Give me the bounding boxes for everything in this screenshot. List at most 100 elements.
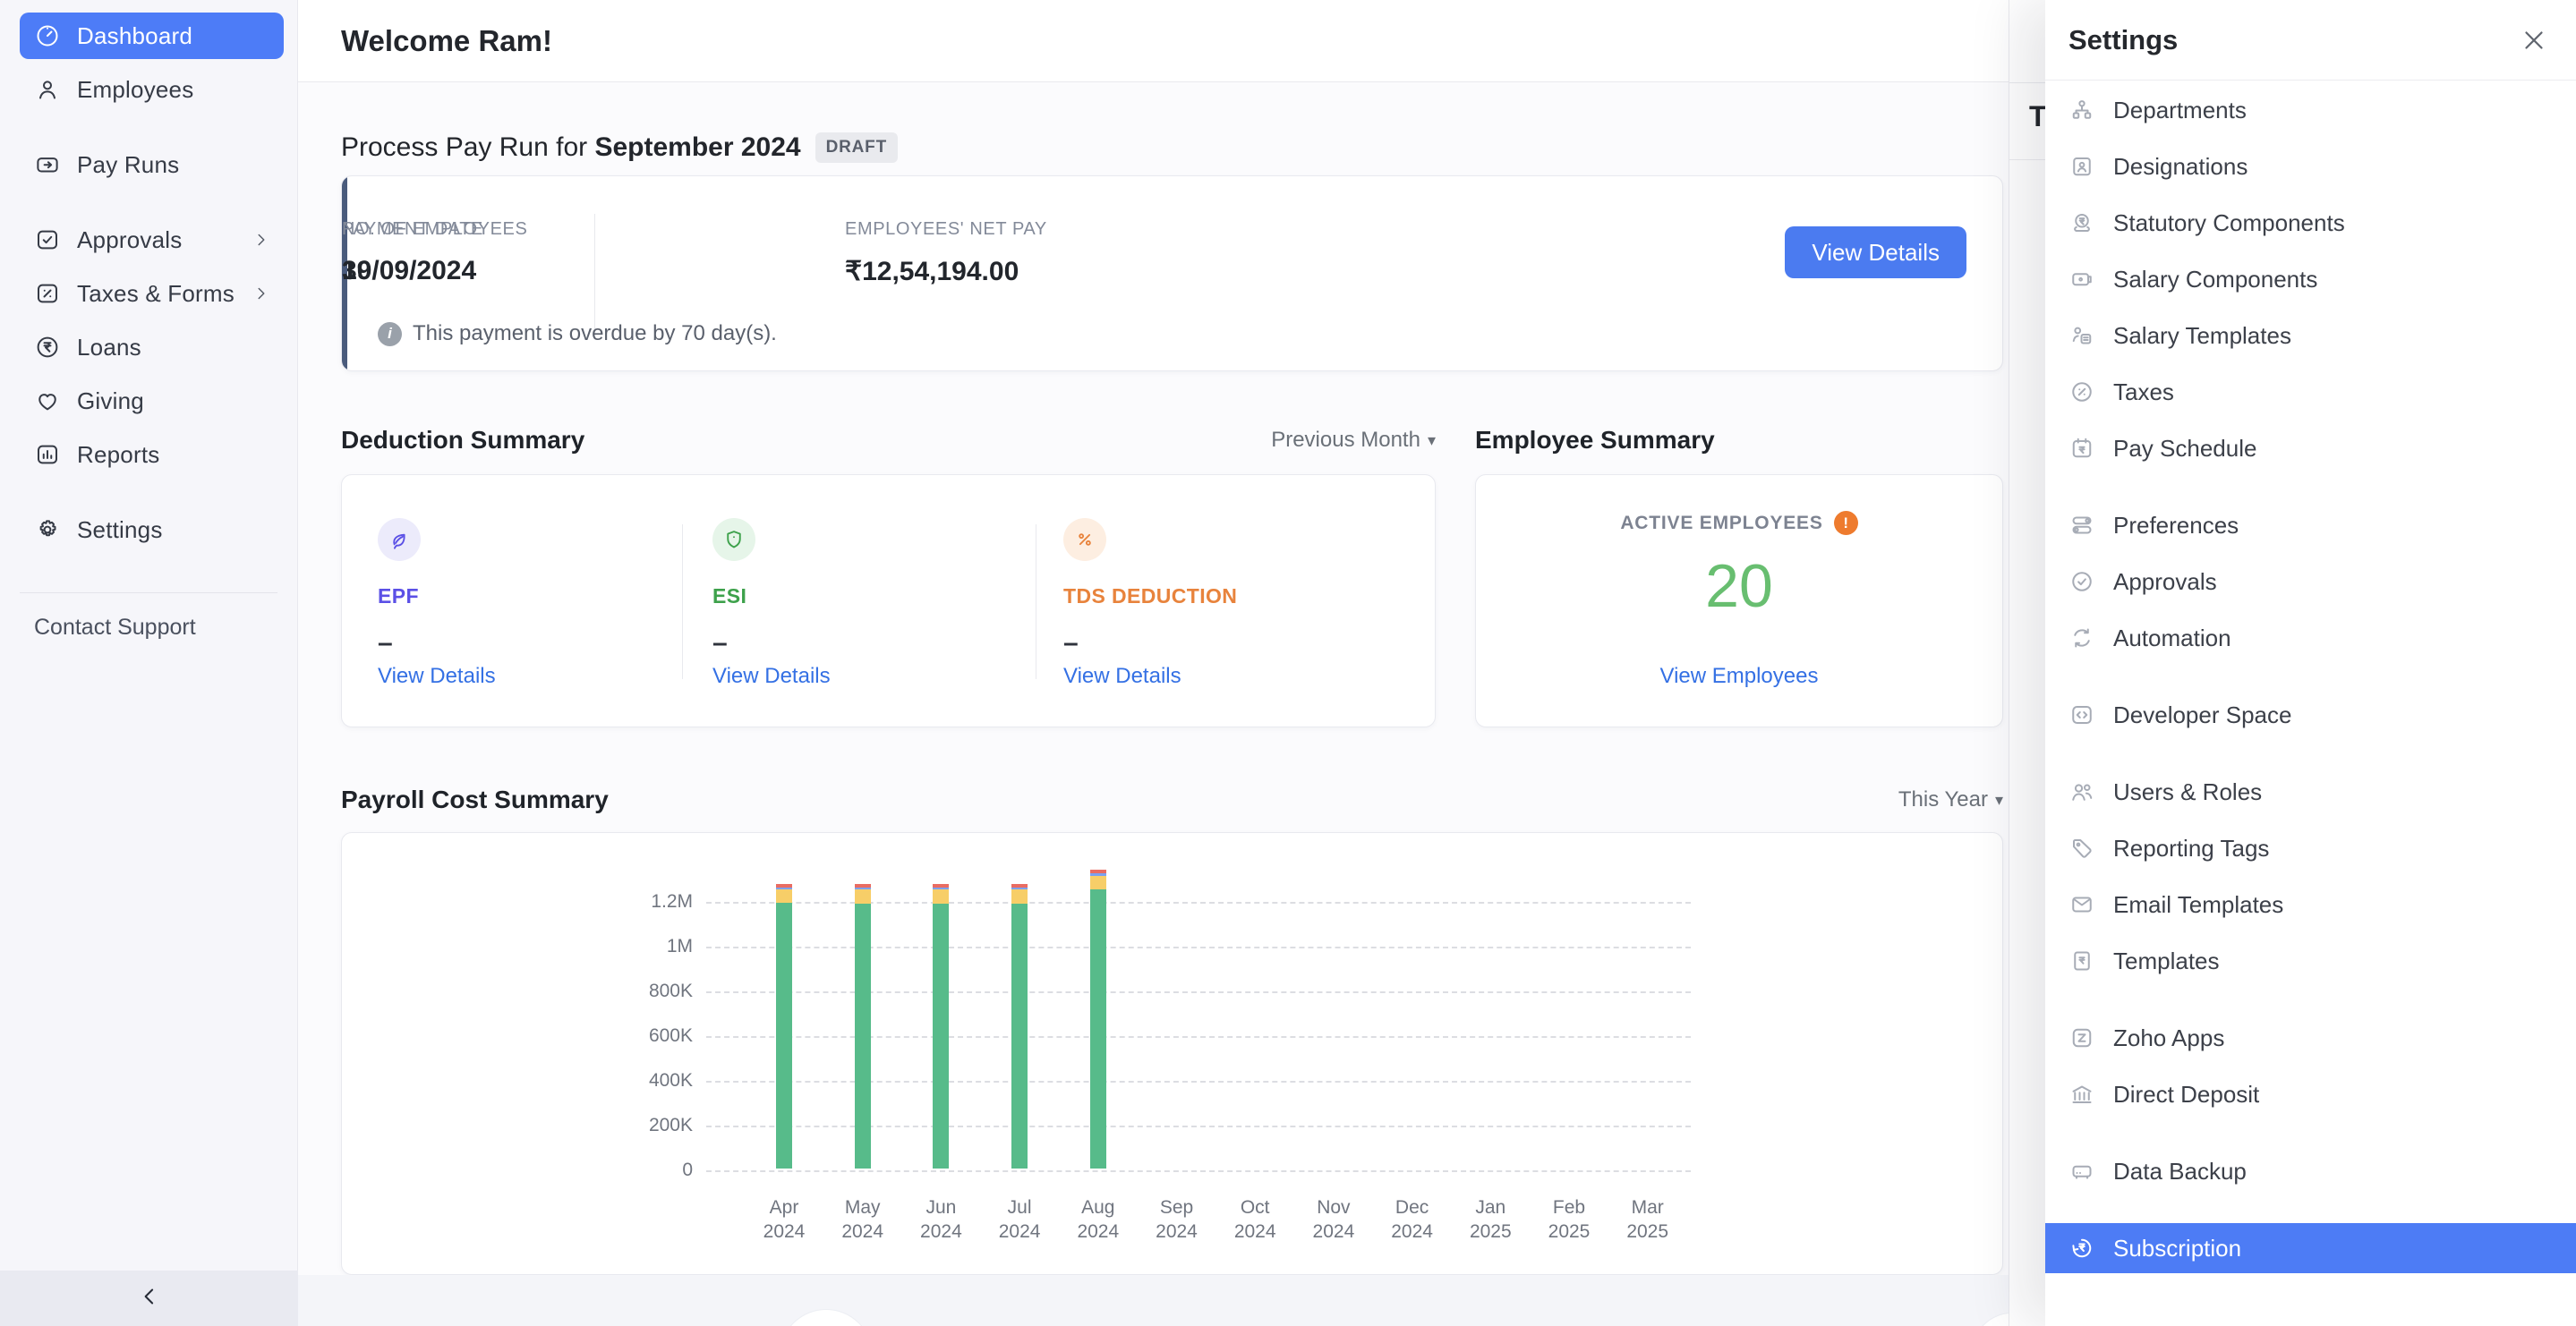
chart-ytick-label: 1M (610, 936, 693, 957)
settings-item-icon (2068, 891, 2095, 918)
deduction-view-details-link[interactable]: View Details (378, 664, 496, 689)
chevron-left-icon (136, 1283, 163, 1314)
sidebar-item-dashboard[interactable]: Dashboard (20, 13, 284, 59)
settings-item-departments[interactable]: Departments (2045, 85, 2576, 135)
settings-drawer-header: Settings (2045, 0, 2576, 81)
deduction-value: – (712, 628, 1008, 659)
settings-item-label: Automation (2113, 625, 2231, 652)
settings-item-salary-components[interactable]: Salary Components (2045, 254, 2576, 304)
settings-item-label: Users & Roles (2113, 778, 2262, 806)
view-details-button[interactable]: View Details (1785, 226, 1966, 278)
deduction-view-details-link[interactable]: View Details (712, 664, 831, 689)
sidebar-item-label: Taxes & Forms (77, 280, 235, 308)
settings-drawer: Settings Departments Designations Statut… (2045, 0, 2576, 1326)
view-employees-link[interactable]: View Employees (1476, 664, 2002, 689)
settings-item-automation[interactable]: Automation (2045, 613, 2576, 663)
sidebar-item-approvals[interactable]: Approvals (20, 217, 284, 263)
chart-xtick-label: Sep2024 (1138, 1195, 1216, 1244)
sidebar-item-employees[interactable]: Employees (20, 66, 284, 113)
deduction-label: EPF (378, 584, 673, 608)
deduction-summary-card: EPF – View Details ESI – View Details TD… (341, 474, 1436, 727)
sidebar-item-label: Approvals (77, 226, 182, 254)
close-icon[interactable] (2519, 25, 2549, 55)
settings-item-label: Preferences (2113, 512, 2239, 540)
chart-ytick-label: 200K (610, 1115, 693, 1136)
payroll-filter-dropdown[interactable]: This Year ▾ (1898, 787, 2003, 812)
settings-item-statutory-components[interactable]: Statutory Components (2045, 198, 2576, 248)
sidebar-item-icon (34, 226, 61, 253)
chevron-right-icon (252, 284, 271, 303)
sidebar-item-icon (34, 151, 61, 178)
settings-item-icon (2068, 378, 2095, 405)
chart-xtick-label: Oct2024 (1215, 1195, 1294, 1244)
payroll-cost-chart: 0200K400K600K800K1M1.2MApr2024May2024Jun… (342, 833, 2002, 1274)
deduction-filter-dropdown[interactable]: Previous Month ▾ (1271, 428, 1436, 453)
payrun-stat-no-of-employees: NO. OF EMPLOYEES 19 (342, 219, 527, 286)
stat-separator (594, 214, 595, 330)
settings-item-label: Approvals (2113, 568, 2217, 596)
sidebar-item-settings[interactable]: Settings (20, 506, 284, 553)
sidebar-item-label: Giving (77, 387, 144, 415)
settings-item-taxes[interactable]: Taxes (2045, 367, 2576, 417)
settings-item-direct-deposit[interactable]: Direct Deposit (2045, 1069, 2576, 1119)
settings-item-icon (2068, 322, 2095, 349)
chart-xtick-label: Jan2025 (1451, 1195, 1530, 1244)
settings-item-label: Direct Deposit (2113, 1081, 2259, 1109)
settings-item-approvals[interactable]: Approvals (2045, 557, 2576, 607)
chart-xtick-label: May2024 (823, 1195, 902, 1244)
chart-xtick-label: Dec2024 (1373, 1195, 1452, 1244)
contact-support-link[interactable]: Contact Support (34, 615, 277, 641)
settings-item-users-roles[interactable]: Users & Roles (2045, 767, 2576, 817)
stat-label: NO. OF EMPLOYEES (342, 219, 527, 240)
sidebar-item-taxes-forms[interactable]: Taxes & Forms (20, 270, 284, 317)
chart-ytick-label: 0 (610, 1160, 693, 1181)
settings-item-developer-space[interactable]: Developer Space (2045, 690, 2576, 740)
settings-item-data-backup[interactable]: Data Backup (2045, 1146, 2576, 1196)
sidebar-item-pay-runs[interactable]: Pay Runs (20, 141, 284, 188)
deduction-icon (1063, 518, 1106, 561)
settings-item-pay-schedule[interactable]: Pay Schedule (2045, 423, 2576, 473)
next-section-peek (1972, 1313, 2009, 1326)
settings-item-label: Taxes (2113, 378, 2174, 406)
settings-item-reporting-tags[interactable]: Reporting Tags (2045, 823, 2576, 873)
sidebar-item-label: Employees (77, 76, 193, 104)
settings-item-zoho-apps[interactable]: Zoho Apps (2045, 1013, 2576, 1063)
content-bottom-strip (298, 1275, 2009, 1326)
settings-item-salary-templates[interactable]: Salary Templates (2045, 310, 2576, 361)
sidebar-item-loans[interactable]: Loans (20, 324, 284, 370)
employee-summary-card: ACTIVE EMPLOYEES ! 20 View Employees (1475, 474, 2003, 727)
deduction-col-esi: ESI – View Details (712, 475, 1008, 727)
settings-item-label: Statutory Components (2113, 209, 2345, 237)
sidebar-item-reports[interactable]: Reports (20, 431, 284, 478)
chart-xtick-label: Nov2024 (1294, 1195, 1373, 1244)
settings-item-email-templates[interactable]: Email Templates (2045, 880, 2576, 930)
deduction-label: ESI (712, 584, 1008, 608)
settings-item-templates[interactable]: Templates (2045, 936, 2576, 986)
sidebar-nav: Dashboard Employees Pay Runs Approvals T… (0, 0, 297, 553)
chart-xtick-label: Jun2024 (901, 1195, 980, 1244)
active-employees-count: 20 (1476, 551, 2002, 621)
payrun-titlebar: Process Pay Run for September 2024 DRAFT (341, 132, 898, 163)
deduction-value: – (1063, 628, 1359, 659)
settings-item-designations[interactable]: Designations (2045, 141, 2576, 191)
settings-item-label: Templates (2113, 948, 2220, 975)
settings-item-subscription[interactable]: Subscription (2045, 1223, 2576, 1273)
settings-title: Settings (2068, 24, 2178, 56)
main-header: Welcome Ram! (298, 0, 2009, 82)
sidebar-item-label: Loans (77, 334, 141, 361)
sidebar-collapse-button[interactable] (0, 1271, 298, 1326)
settings-item-icon (2068, 97, 2095, 123)
chart-xtick-label: Mar2025 (1608, 1195, 1687, 1244)
deduction-value: – (378, 628, 673, 659)
deduction-col-epf: EPF – View Details (378, 475, 673, 727)
deduction-view-details-link[interactable]: View Details (1063, 664, 1181, 689)
sidebar-item-giving[interactable]: Giving (20, 378, 284, 424)
deduction-summary-title: Deduction Summary (341, 426, 584, 455)
settings-item-icon (2068, 435, 2095, 462)
settings-item-preferences[interactable]: Preferences (2045, 500, 2576, 550)
payroll-summary-title: Payroll Cost Summary (341, 786, 609, 814)
info-icon: i (378, 322, 402, 346)
payrun-stat-employees-net-pay: EMPLOYEES' NET PAY ₹12,54,194.00 (845, 219, 1047, 287)
employee-summary-title: Employee Summary (1475, 426, 1715, 455)
sidebar-item-label: Pay Runs (77, 151, 179, 179)
